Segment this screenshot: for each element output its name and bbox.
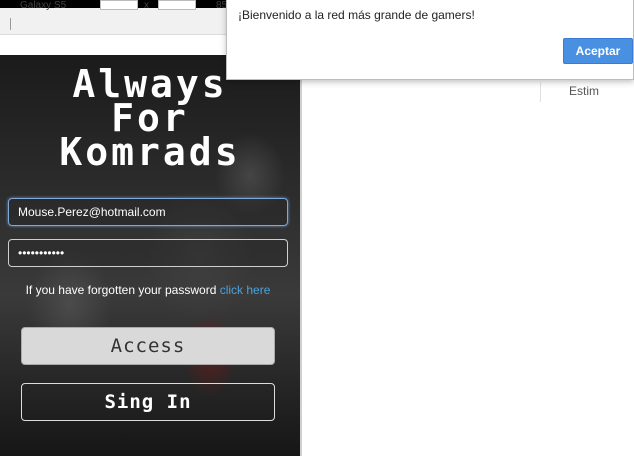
page-fragment: Estim: [540, 82, 634, 102]
alert-message: ¡Bienvenido a la red más grande de gamer…: [238, 8, 475, 22]
width-input[interactable]: [100, 0, 138, 10]
height-input[interactable]: [158, 0, 196, 10]
forgot-password-label: If you have forgotten your password: [25, 283, 217, 297]
access-button[interactable]: Access: [21, 327, 275, 365]
forgot-password-link[interactable]: click here: [220, 283, 271, 297]
email-field[interactable]: Mouse.Perez@hotmail.com: [8, 198, 288, 226]
password-field[interactable]: •••••••••••: [8, 239, 288, 267]
login-panel: Always For Komrads Mouse.Perez@hotmail.c…: [0, 55, 300, 456]
dimension-separator: x: [144, 0, 149, 11]
panel-divider: [300, 55, 302, 456]
forgot-password-text: If you have forgotten your password clic…: [0, 283, 296, 297]
alert-ok-button[interactable]: Aceptar: [563, 38, 633, 64]
divider: [10, 18, 11, 30]
page-fragment-text: Estim: [569, 84, 599, 98]
app-title: Always For Komrads: [0, 65, 300, 174]
title-line-3: Komrads: [59, 130, 241, 174]
sign-in-button[interactable]: Sing In: [21, 383, 275, 421]
device-label: Galaxy S5: [20, 0, 67, 11]
alert-dialog: ¡Bienvenido a la red más grande de gamer…: [226, 0, 634, 80]
